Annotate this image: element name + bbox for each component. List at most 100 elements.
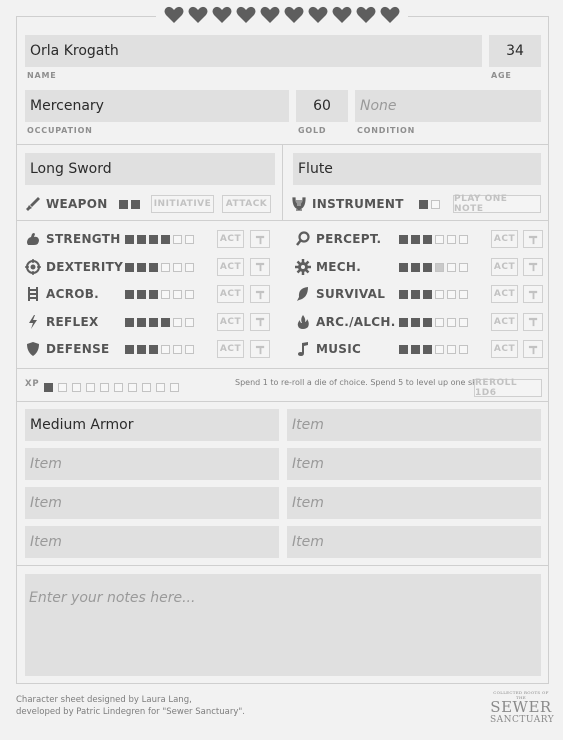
weapon-field[interactable]: Long Sword [25, 153, 275, 185]
hammer-icon[interactable] [250, 230, 270, 248]
skill-pip[interactable] [399, 345, 408, 354]
skill-pip[interactable] [161, 317, 170, 327]
skill-pip[interactable] [149, 345, 158, 354]
skill-pip[interactable] [411, 235, 420, 244]
skill-pip[interactable] [173, 262, 182, 272]
heart-icon[interactable] [164, 6, 184, 24]
skill-pip[interactable] [125, 262, 134, 272]
hammer-icon[interactable] [523, 285, 543, 303]
skill-pip[interactable] [411, 262, 420, 272]
xp-pip[interactable] [156, 383, 165, 392]
xp-pip[interactable] [86, 383, 95, 392]
skill-pip[interactable] [423, 262, 432, 272]
inventory-item-field[interactable]: Item [287, 526, 541, 558]
skill-pip[interactable] [447, 345, 456, 354]
act-button[interactable]: ACT [217, 340, 244, 358]
instrument-field[interactable]: Flute [293, 153, 541, 185]
act-button[interactable]: ACT [491, 285, 518, 303]
skill-pip[interactable] [185, 290, 194, 299]
act-button[interactable]: ACT [217, 230, 244, 248]
skill-pip[interactable] [185, 345, 194, 354]
skill-pip[interactable] [411, 317, 420, 327]
attack-button[interactable]: ATTACK [222, 195, 271, 213]
skill-pip[interactable] [149, 235, 158, 244]
skill-pip[interactable] [173, 317, 182, 327]
skill-pip[interactable] [149, 317, 158, 327]
act-button[interactable]: ACT [491, 230, 518, 248]
skill-pip[interactable] [137, 290, 146, 299]
hammer-icon[interactable] [523, 340, 543, 358]
skill-pip[interactable] [125, 290, 134, 299]
skill-pip[interactable] [447, 262, 456, 272]
hammer-icon[interactable] [523, 230, 543, 248]
act-button[interactable]: ACT [491, 257, 518, 276]
heart-icon[interactable] [308, 6, 328, 24]
skill-pip[interactable] [399, 262, 408, 272]
skill-pip[interactable] [137, 317, 146, 327]
skill-pip[interactable] [173, 345, 182, 354]
skill-pip[interactable] [399, 317, 408, 327]
skill-pip[interactable] [435, 262, 444, 272]
skill-pip[interactable] [435, 235, 444, 244]
act-button[interactable]: ACT [491, 340, 518, 358]
occupation-field[interactable]: Mercenary [25, 90, 289, 122]
xp-pip[interactable] [58, 383, 67, 392]
weapon-pip[interactable] [119, 200, 128, 209]
heart-icon[interactable] [236, 6, 256, 24]
skill-pip[interactable] [137, 235, 146, 244]
skill-pip[interactable] [125, 345, 134, 354]
skill-pip[interactable] [411, 345, 420, 354]
inventory-item-field[interactable]: Medium Armor [25, 409, 279, 441]
initiative-button[interactable]: INITIATIVE [151, 195, 214, 213]
skill-pip[interactable] [459, 290, 468, 299]
reroll-button[interactable]: REROLL 1D6 [474, 378, 542, 398]
act-button[interactable]: ACT [217, 285, 244, 303]
skill-pip[interactable] [447, 317, 456, 327]
xp-pip[interactable] [128, 383, 137, 392]
heart-icon[interactable] [356, 6, 376, 24]
skill-pip[interactable] [185, 317, 194, 327]
inventory-item-field[interactable]: Item [287, 448, 541, 480]
skill-pip[interactable] [447, 235, 456, 244]
skill-pip[interactable] [447, 290, 456, 299]
xp-pip[interactable] [114, 383, 123, 392]
gold-field[interactable]: 60 [296, 90, 348, 122]
play-one-note-button[interactable]: PLAY ONE NOTE [453, 194, 541, 214]
skill-pip[interactable] [435, 345, 444, 354]
skill-pip[interactable] [173, 290, 182, 299]
act-button[interactable]: ACT [491, 312, 518, 331]
skill-pip[interactable] [137, 262, 146, 272]
xp-pip[interactable] [142, 383, 151, 392]
heart-icon[interactable] [284, 6, 304, 24]
skill-pip[interactable] [435, 317, 444, 327]
hammer-icon[interactable] [250, 285, 270, 303]
skill-pip[interactable] [173, 235, 182, 244]
skill-pip[interactable] [459, 317, 468, 327]
skill-pip[interactable] [399, 235, 408, 244]
skill-pip[interactable] [459, 262, 468, 272]
inventory-item-field[interactable]: Item [25, 448, 279, 480]
hammer-icon[interactable] [250, 257, 270, 276]
skill-pip[interactable] [137, 345, 146, 354]
weapon-pip[interactable] [131, 200, 140, 209]
heart-icon[interactable] [188, 6, 208, 24]
skill-pip[interactable] [149, 290, 158, 299]
xp-pip[interactable] [100, 383, 109, 392]
hammer-icon[interactable] [250, 312, 270, 331]
heart-icon[interactable] [260, 6, 280, 24]
heart-icon[interactable] [332, 6, 352, 24]
skill-pip[interactable] [161, 262, 170, 272]
inventory-item-field[interactable]: Item [287, 487, 541, 519]
skill-pip[interactable] [125, 235, 134, 244]
skill-pip[interactable] [161, 345, 170, 354]
hammer-icon[interactable] [523, 312, 543, 331]
skill-pip[interactable] [161, 235, 170, 244]
skill-pip[interactable] [125, 317, 134, 327]
act-button[interactable]: ACT [217, 257, 244, 276]
name-field[interactable]: Orla Krogath [25, 35, 482, 67]
inventory-item-field[interactable]: Item [25, 526, 279, 558]
xp-pip[interactable] [72, 383, 81, 392]
notes-textarea[interactable]: Enter your notes here... [25, 574, 541, 676]
skill-pip[interactable] [411, 290, 420, 299]
skill-pip[interactable] [423, 290, 432, 299]
